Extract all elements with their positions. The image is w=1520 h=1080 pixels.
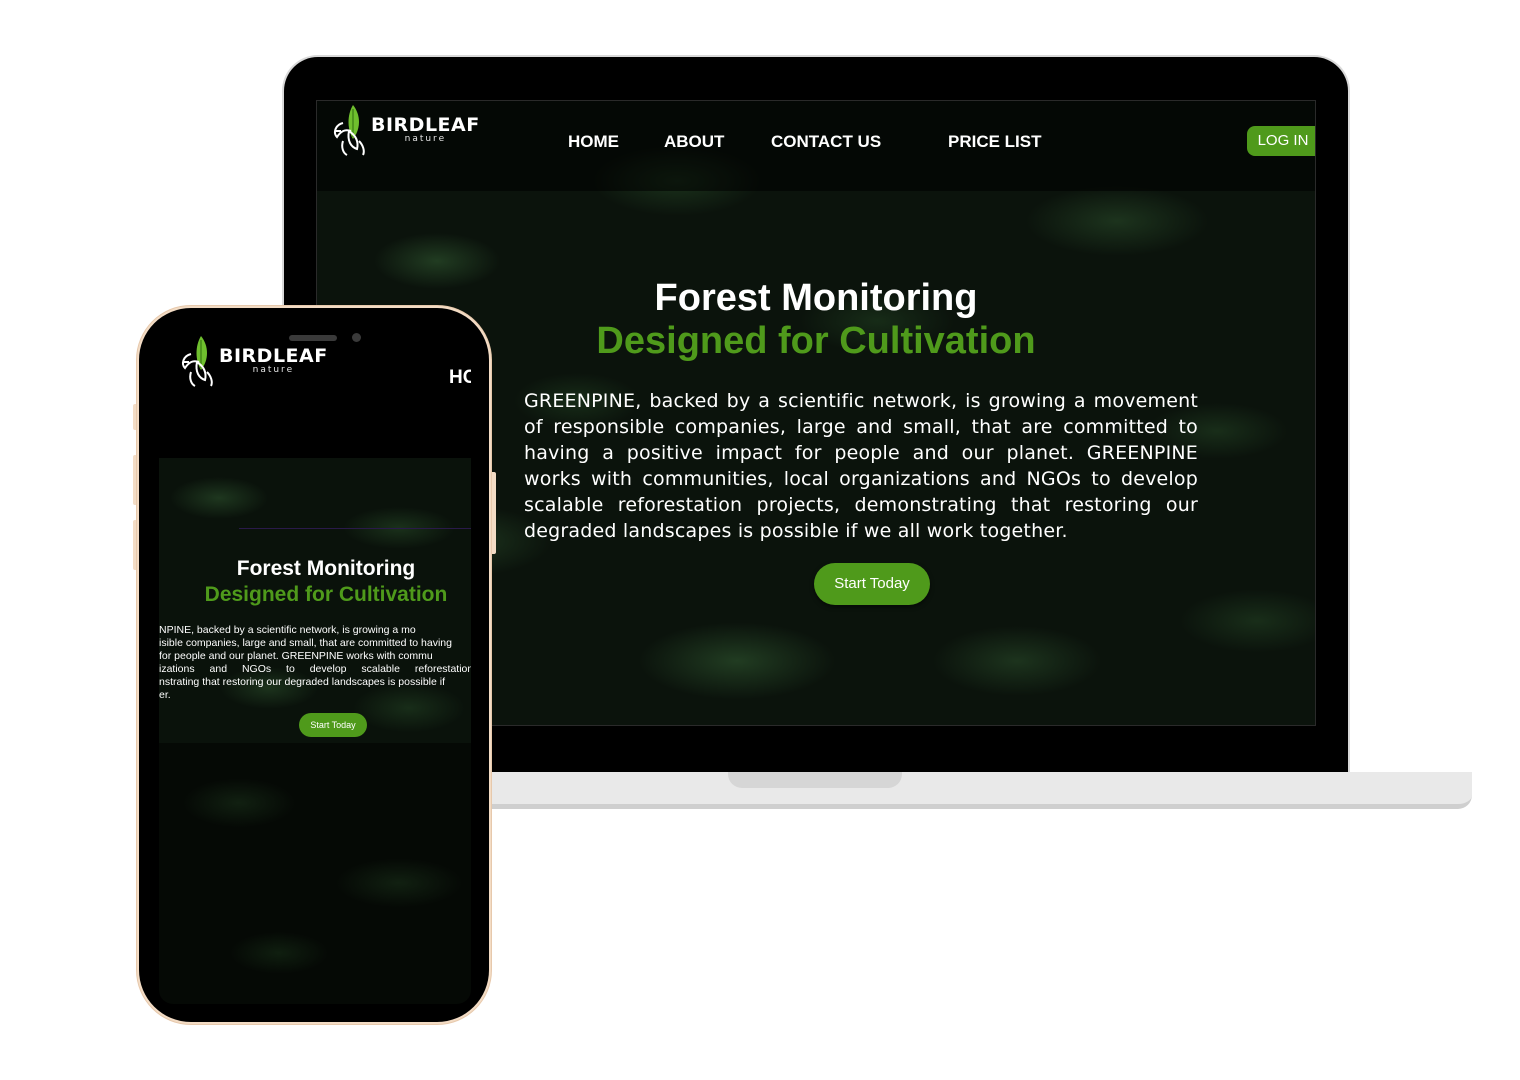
phone-lower-background [159, 743, 471, 1004]
phone-brand-subtitle: nature [252, 365, 295, 375]
laptop-notch [728, 772, 902, 788]
brand-name: BIRDLEAF [371, 114, 480, 136]
phone-start-today-button[interactable]: Start Today [299, 713, 367, 737]
phone-power-button [490, 472, 496, 554]
brand-subtitle: nature [404, 134, 447, 144]
phone-nav-home[interactable]: HC [449, 367, 471, 389]
nav-about[interactable]: ABOUT [664, 132, 724, 152]
bird-leaf-logo-icon [334, 105, 365, 156]
phone-screen: BIRDLEAF nature HC Forest Monitoring Des… [159, 328, 471, 1004]
phone-body-line: isible companies, large and small, that … [159, 637, 452, 649]
phone-volume-up [133, 455, 138, 505]
phone-hero-body: NPINE, backed by a scientific network, i… [159, 624, 471, 702]
phone-mute-switch [133, 404, 138, 430]
phone-camera [352, 333, 361, 342]
phone-body-line: for people and our planet. GREENPINE wor… [159, 650, 433, 662]
phone-body-line: izations and NGOs to develop scalable re… [159, 663, 471, 675]
nav-home[interactable]: HOME [568, 132, 619, 152]
phone-speaker [289, 335, 337, 341]
phone-brand-name: BIRDLEAF [219, 345, 328, 367]
phone-body-line: er. [159, 689, 171, 701]
hero-body: GREENPINE, backed by a scientific networ… [524, 390, 1198, 542]
phone-hero-subtitle: Designed for Cultivation [204, 583, 448, 606]
phone-hero-title: Forest Monitoring [236, 557, 416, 580]
bird-leaf-logo-icon [182, 336, 213, 387]
hero-title: Forest Monitoring [654, 277, 978, 319]
site-logo[interactable]: BIRDLEAF nature [331, 101, 480, 159]
phone-volume-down [133, 520, 138, 570]
nav-price-list[interactable]: PRICE LIST [948, 132, 1042, 152]
phone-body-line: nstrating that restoring our degraded la… [159, 676, 446, 688]
nav-contact-us[interactable]: CONTACT US [771, 132, 881, 152]
phone-divider [239, 528, 471, 529]
login-button[interactable]: LOG IN [1247, 126, 1315, 156]
phone-body-line: NPINE, backed by a scientific network, i… [159, 624, 416, 636]
start-today-button[interactable]: Start Today [814, 563, 930, 605]
